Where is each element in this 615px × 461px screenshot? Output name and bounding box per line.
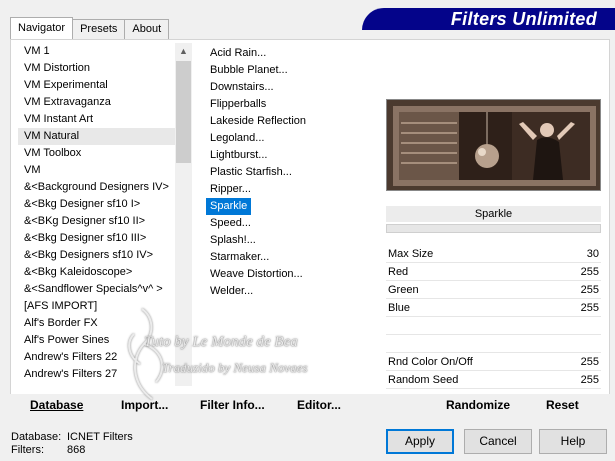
filters-count-label: Filters:: [11, 444, 44, 456]
import-button-label: Import...: [121, 398, 169, 412]
reset-button[interactable]: Reset: [546, 396, 579, 414]
filter-item[interactable]: Ripper...: [206, 181, 376, 198]
editor-button[interactable]: Editor...: [297, 396, 341, 414]
filter-list[interactable]: Acid Rain... Bubble Planet... Downstairs..…: [206, 45, 376, 300]
filter-name-slider-track: [386, 224, 601, 233]
category-item[interactable]: VM Distortion: [10, 60, 175, 77]
parameter-value: 255: [580, 265, 599, 278]
category-item[interactable]: VM Toolbox: [10, 145, 175, 162]
parameter-value: 255: [580, 283, 599, 296]
category-item[interactable]: &<Background Designers IV>: [10, 179, 175, 196]
tab-navigator[interactable]: Navigator: [10, 17, 74, 39]
parameter-row[interactable]: Green 255: [386, 281, 601, 299]
category-item[interactable]: &<Bkg Designer sf10 III>: [10, 230, 175, 247]
import-button[interactable]: Import...: [121, 396, 168, 414]
filter-item[interactable]: Acid Rain...: [206, 45, 376, 62]
parameter-name: Red: [388, 265, 409, 278]
cancel-button[interactable]: Cancel: [464, 429, 532, 454]
tab-about[interactable]: About: [124, 19, 170, 39]
filter-item[interactable]: Lakeside Reflection: [206, 113, 376, 130]
tab-strip: Navigator Presets About: [10, 17, 170, 39]
tab-presets[interactable]: Presets: [72, 19, 126, 39]
filter-info-button-label: Filter Info...: [200, 398, 265, 412]
filter-item[interactable]: Speed...: [206, 215, 376, 232]
filter-item[interactable]: Downstairs...: [206, 79, 376, 96]
parameter-name: Blue: [388, 301, 411, 314]
filter-name-display: Sparkle: [386, 206, 601, 222]
category-item[interactable]: VM Experimental: [10, 77, 175, 94]
category-item[interactable]: &<BKg Designer sf10 II>: [10, 213, 175, 230]
banner-title: Filters Unlimited: [450, 9, 597, 29]
category-item[interactable]: VM Natural: [18, 128, 175, 145]
category-item[interactable]: &<Bkg Designers sf10 IV>: [10, 247, 175, 264]
filters-count-value: 868: [67, 444, 86, 456]
category-item[interactable]: [AFS IMPORT]: [10, 298, 175, 315]
category-item[interactable]: Alf's Power Sines: [10, 332, 175, 349]
preview-artwork: [387, 100, 600, 190]
filter-item[interactable]: Plastic Starfish...: [206, 164, 376, 181]
scrollbar-thumb[interactable]: [176, 61, 191, 163]
editor-button-label: Editor...: [297, 398, 342, 412]
parameter-row[interactable]: Rnd Color On/Off 255: [386, 353, 601, 371]
database-button-label: Database: [30, 398, 84, 412]
filter-item[interactable]: Splash!...: [206, 232, 376, 249]
filter-item[interactable]: Starmaker...: [206, 249, 376, 266]
parameter-row[interactable]: Blue 255: [386, 299, 601, 317]
database-label: Database:: [11, 431, 62, 443]
parameter-row[interactable]: Random Seed 255: [386, 371, 601, 389]
filter-item[interactable]: Weave Distortion...: [206, 266, 376, 283]
parameter-value: 30: [586, 247, 599, 260]
category-list[interactable]: VM 1 VM Distortion VM Experimental VM Extra…: [10, 43, 175, 386]
parameter-name: Max Size: [388, 247, 434, 260]
randomize-button[interactable]: Randomize: [446, 396, 510, 414]
help-button[interactable]: Help: [539, 429, 607, 454]
category-item[interactable]: Andrew's Filters 22: [10, 349, 175, 366]
parameter-name: Rnd Color On/Off: [388, 355, 473, 368]
category-item[interactable]: &<Bkg Designer sf10 I>: [10, 196, 175, 213]
filter-item[interactable]: Legoland...: [206, 130, 376, 147]
parameter-row[interactable]: [386, 335, 601, 353]
brand-banner: Filters Unlimited: [362, 8, 615, 30]
parameter-value: 255: [580, 373, 599, 386]
database-value: ICNET Filters: [67, 431, 133, 443]
parameter-list: Max Size 30 Red 255 Green 255 Blue 255 Rnd Color…: [386, 245, 601, 389]
category-item[interactable]: VM Instant Art: [10, 111, 175, 128]
filter-preview-image: [386, 99, 601, 191]
filter-item[interactable]: Lightburst...: [206, 147, 376, 164]
scroll-up-icon[interactable]: ▲: [175, 43, 192, 60]
filter-item[interactable]: Welder...: [206, 283, 376, 300]
category-scrollbar[interactable]: ▲: [175, 43, 192, 386]
parameter-row[interactable]: Max Size 30: [386, 245, 601, 263]
category-item[interactable]: Alf's Border FX: [10, 315, 175, 332]
category-item[interactable]: VM: [10, 162, 175, 179]
parameter-row[interactable]: Red 255: [386, 263, 601, 281]
parameter-row[interactable]: [386, 317, 601, 335]
category-item[interactable]: VM 1: [10, 43, 175, 60]
reset-button-label: Reset: [546, 398, 579, 412]
category-item[interactable]: Andrew's Filters 27: [10, 366, 175, 383]
category-item[interactable]: &<Sandflower Specials^v^ >: [10, 281, 175, 298]
parameter-value: 255: [580, 355, 599, 368]
filter-item[interactable]: Sparkle: [206, 198, 251, 215]
apply-button[interactable]: Apply: [386, 429, 454, 454]
database-status: Database: ICNET Filters Filters: 868: [11, 431, 133, 457]
filter-item[interactable]: Flipperballs: [206, 96, 376, 113]
category-item[interactable]: VM Extravaganza: [10, 94, 175, 111]
parameter-name: Random Seed: [388, 373, 459, 386]
filter-info-button[interactable]: Filter Info...: [200, 396, 265, 414]
filter-item[interactable]: Bubble Planet...: [206, 62, 376, 79]
parameter-name: Green: [388, 283, 419, 296]
database-button[interactable]: Database: [30, 396, 83, 414]
randomize-button-label: Randomize: [446, 398, 511, 412]
parameter-value: 255: [580, 301, 599, 314]
category-item[interactable]: &<Bkg Kaleidoscope>: [10, 264, 175, 281]
